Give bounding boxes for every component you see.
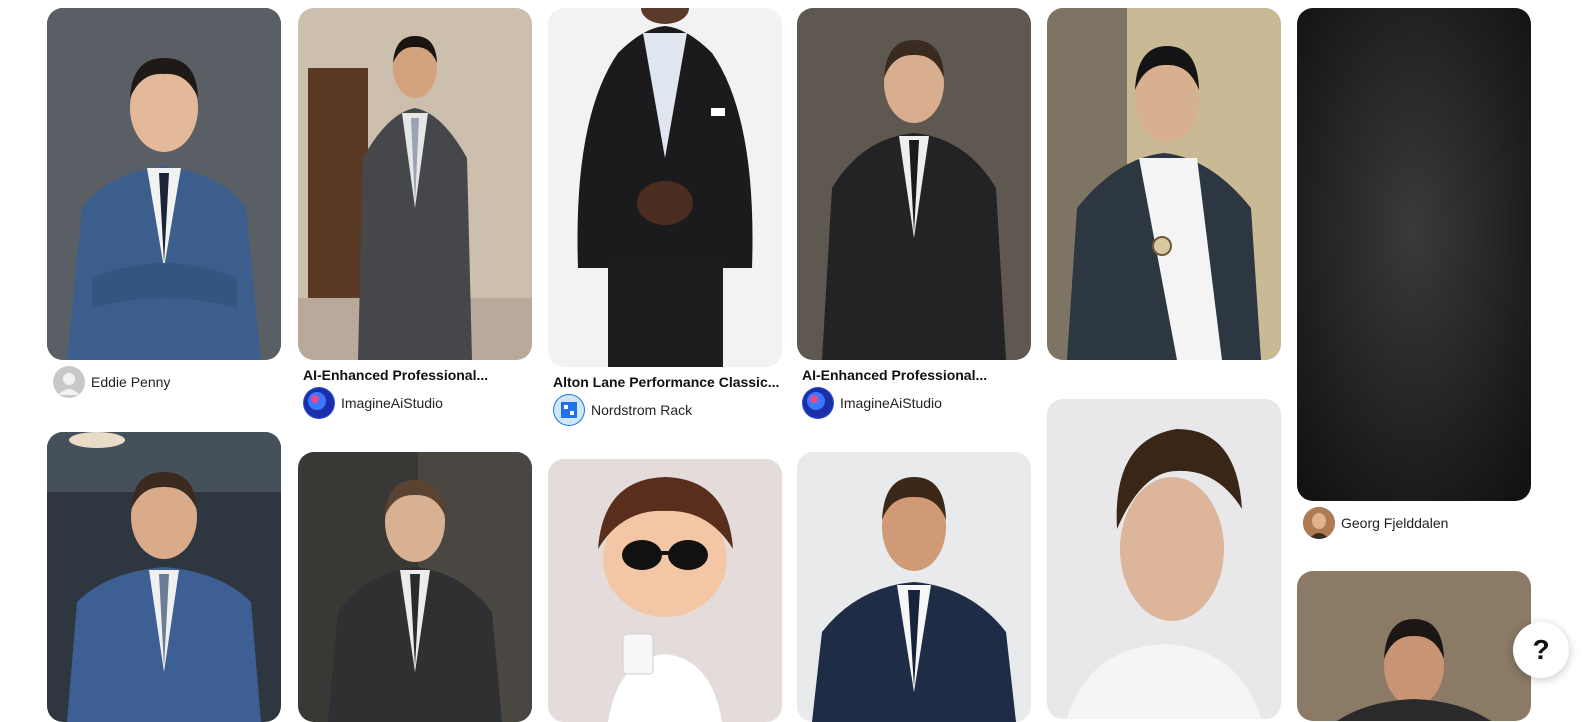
pin-image-black-leather-texture[interactable]	[1297, 8, 1531, 501]
pin-image-cartoon-boy-sunglasses[interactable]	[548, 459, 782, 722]
help-label: ?	[1532, 634, 1550, 665]
nordstrom-rack-avatar-icon	[553, 394, 585, 426]
pin-author-eddie-penny[interactable]: Eddie Penny	[53, 366, 170, 398]
author-name: Georg Fjelddalen	[1341, 515, 1449, 531]
help-button[interactable]: ?	[1513, 622, 1569, 678]
author-name: ImagineAiStudio	[341, 395, 443, 411]
imagineaistudio-avatar-icon	[802, 387, 834, 419]
pin-title[interactable]: Alton Lane Performance Classic...	[553, 374, 781, 390]
pin-image-black-threepiece-suit[interactable]	[797, 8, 1031, 360]
pin-image-grey-threepiece-suit[interactable]	[298, 8, 532, 360]
pin-image-black-suit-product[interactable]	[548, 8, 782, 367]
pin-title[interactable]: AI-Enhanced Professional...	[303, 367, 531, 383]
pin-author-nordstrom-rack[interactable]: Nordstrom Rack	[553, 394, 692, 426]
pin-author-georg-fjelddalen[interactable]: Georg Fjelddalen	[1303, 507, 1448, 539]
georg-fjelddalen-avatar-icon	[1303, 507, 1335, 539]
pin-image-man-white-shirt-watch[interactable]	[1047, 8, 1281, 360]
default-avatar-icon	[53, 366, 85, 398]
author-name: Nordstrom Rack	[591, 402, 693, 418]
pin-author-imagineaistudio[interactable]: ImagineAiStudio	[802, 387, 942, 419]
author-name: Eddie Penny	[91, 374, 171, 390]
author-name: ImagineAiStudio	[840, 395, 942, 411]
imagineaistudio-avatar-icon	[303, 387, 335, 419]
pin-image-navy-suit-smiling-man[interactable]	[797, 452, 1031, 722]
pin-image-blue-suit-man-concrete[interactable]	[47, 8, 281, 360]
pin-image-blue-suit-man-office[interactable]	[47, 432, 281, 722]
pin-image-man-brown-background[interactable]	[1297, 571, 1531, 721]
pin-title[interactable]: AI-Enhanced Professional...	[802, 367, 1030, 383]
pin-image-charcoal-suit-man[interactable]	[298, 452, 532, 722]
pin-image-man-white-tshirt[interactable]	[1047, 399, 1281, 719]
pin-author-imagineaistudio[interactable]: ImagineAiStudio	[303, 387, 443, 419]
